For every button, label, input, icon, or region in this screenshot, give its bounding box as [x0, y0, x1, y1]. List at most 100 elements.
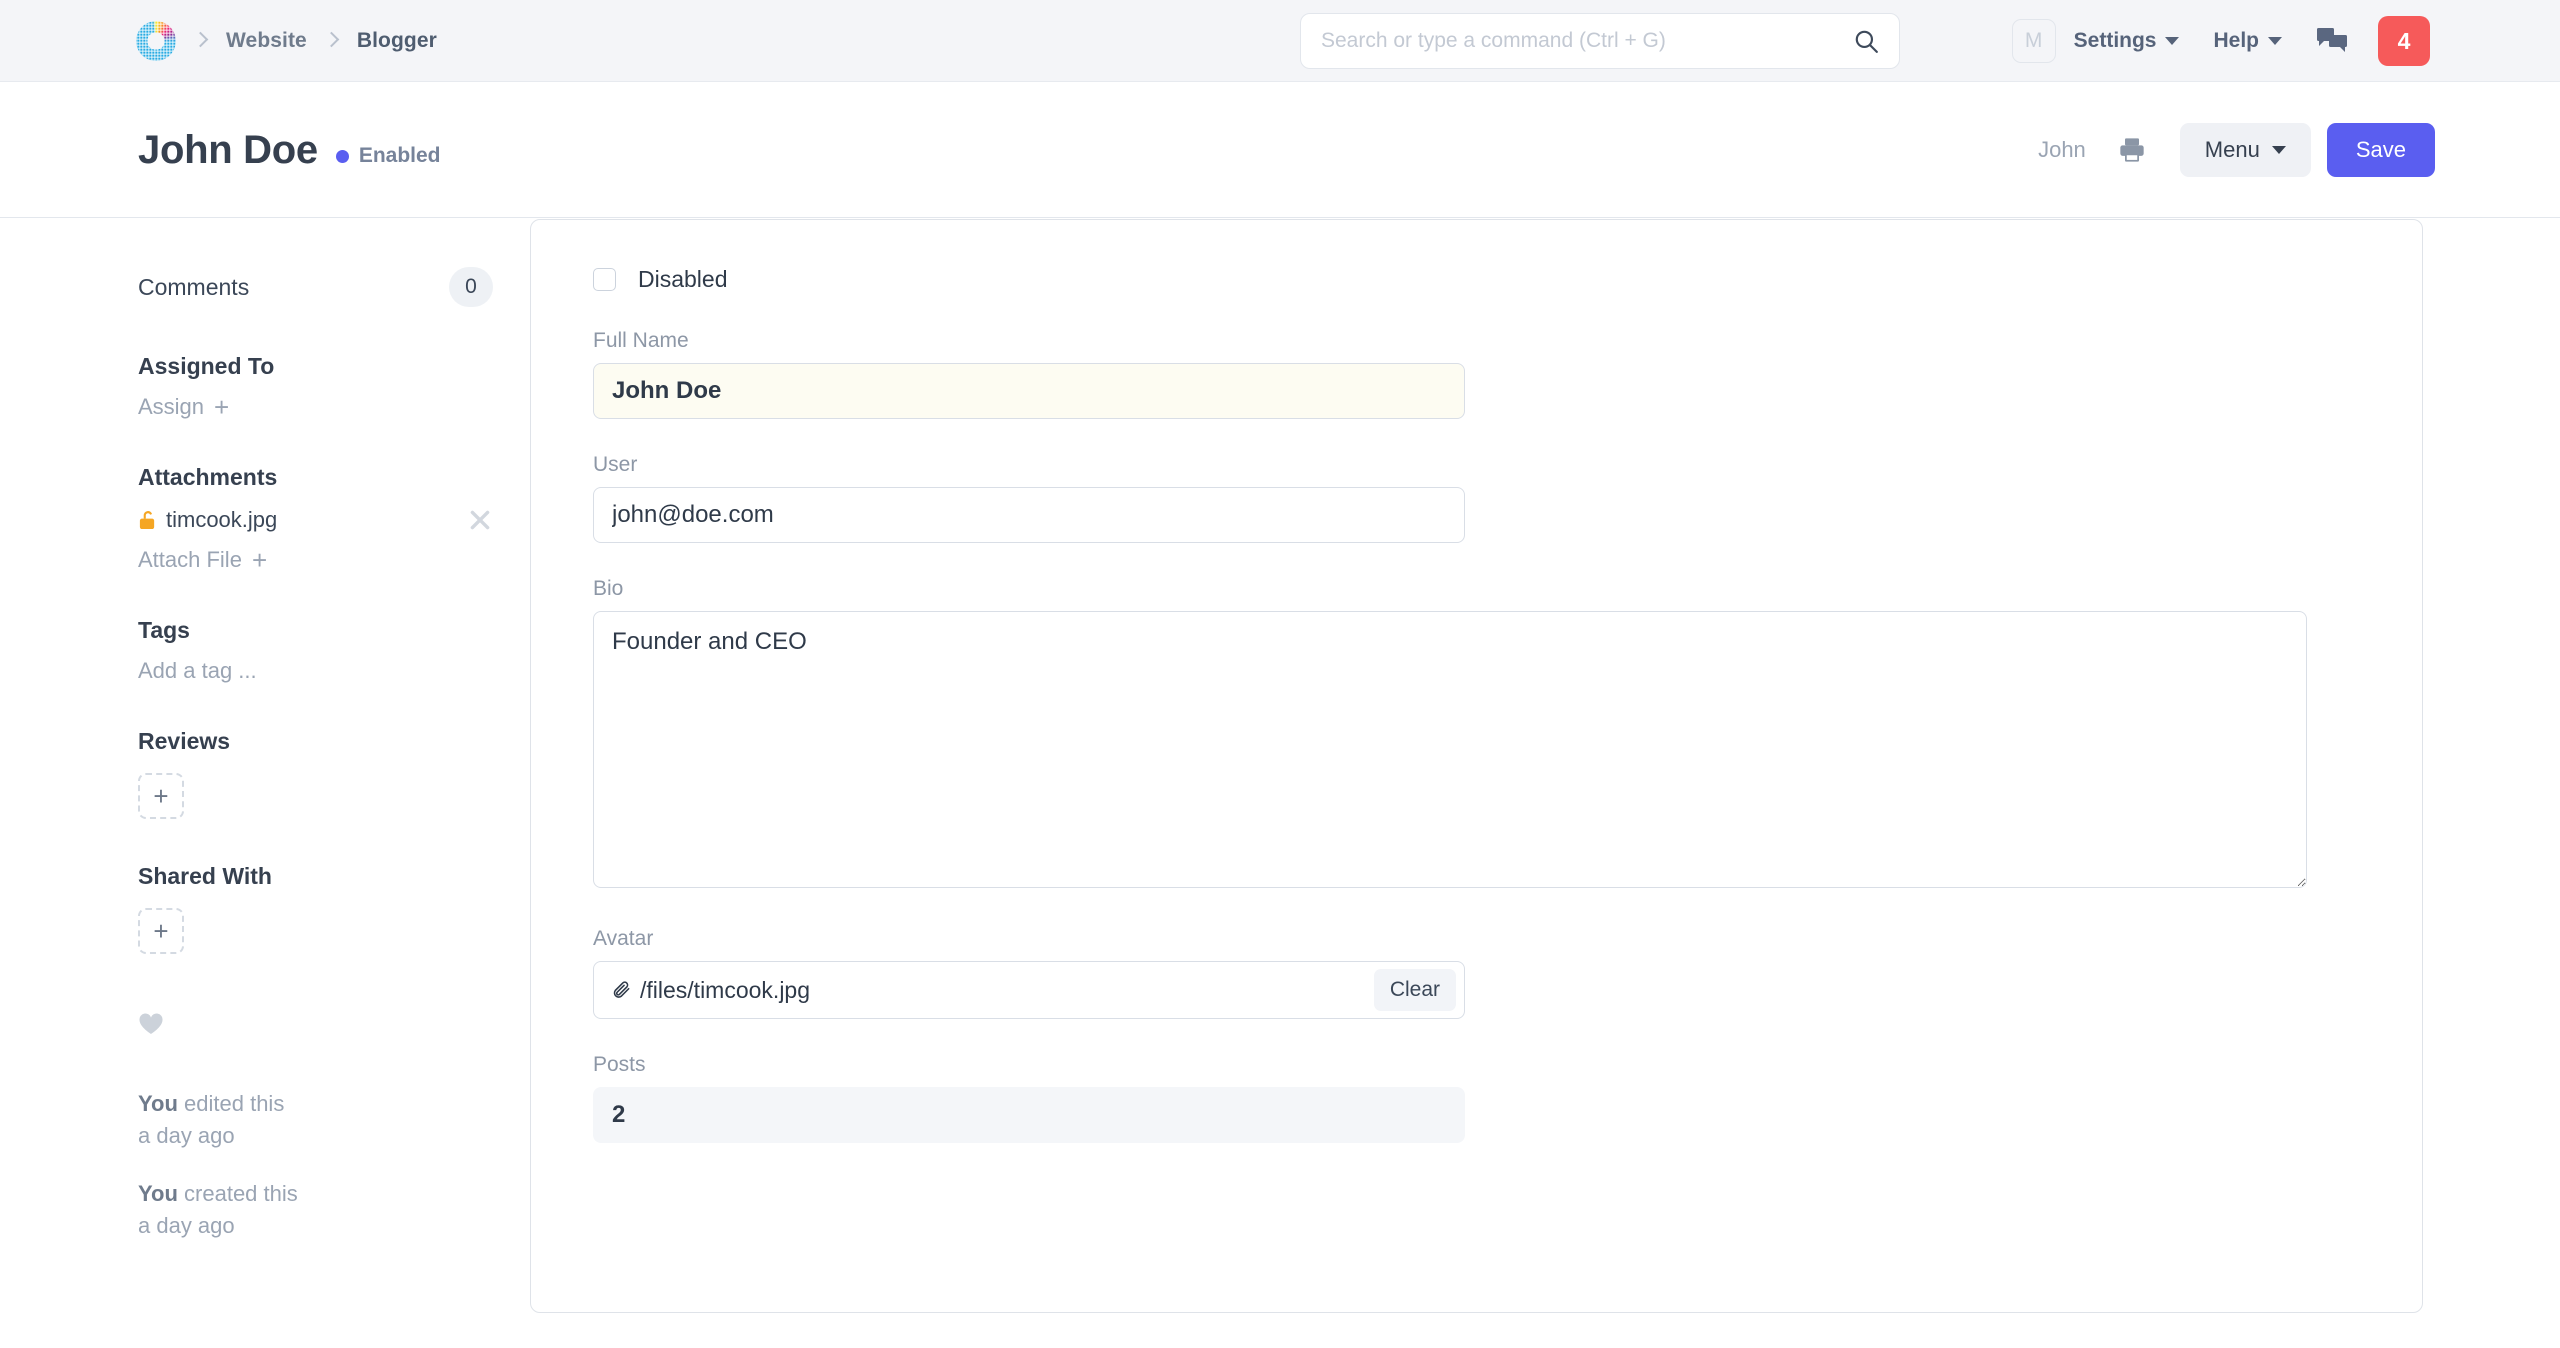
chevron-right-icon	[321, 30, 343, 52]
activity-log: You edited this a day ago You created th…	[138, 1088, 530, 1242]
sidebar-section-tags: Tags Add a tag ...	[138, 617, 530, 684]
frappe-logo-icon[interactable]	[136, 20, 176, 61]
search-input[interactable]	[1321, 29, 1853, 53]
bio-label: Bio	[593, 577, 624, 600]
field-avatar: Avatar /files/timcook.jpg Clear	[593, 927, 2422, 1019]
avatar-path: /files/timcook.jpg	[640, 976, 811, 1003]
reviews-label: Reviews	[138, 728, 231, 754]
activity-time: a day ago	[138, 1212, 235, 1238]
field-posts: Posts	[593, 1053, 2422, 1143]
avatar-value[interactable]: /files/timcook.jpg	[612, 977, 1374, 1004]
attachment-filename: timcook.jpg	[166, 507, 278, 532]
chat-bubbles-icon[interactable]	[2316, 27, 2348, 55]
comments-label: Comments	[138, 273, 250, 300]
save-button[interactable]: Save	[2326, 123, 2435, 177]
help-menu[interactable]: Help	[2213, 29, 2282, 53]
content-area: Comments 0 Assigned To Assign + Attachme…	[0, 219, 2560, 1348]
plus-icon: +	[214, 392, 230, 422]
help-label: Help	[2213, 29, 2259, 52]
navbar-actions: M Settings Help 4	[2011, 0, 2430, 82]
titlebar-actions: John Menu Save	[2038, 123, 2435, 177]
assign-button[interactable]: Assign +	[138, 394, 229, 420]
title-group: John Doe Enabled	[0, 128, 441, 173]
breadcrumb-blogger[interactable]: Blogger	[357, 29, 437, 53]
unlocked-padlock-icon	[139, 510, 155, 529]
chevron-down-icon	[2271, 146, 2286, 154]
user-input[interactable]	[593, 487, 1465, 543]
full-name-input[interactable]	[593, 363, 1465, 419]
settings-label: Settings	[2073, 29, 2157, 52]
notification-badge[interactable]: 4	[2378, 16, 2430, 66]
menu-button-label: Menu	[2204, 137, 2260, 162]
user-label: User	[593, 453, 638, 476]
posts-input[interactable]	[593, 1087, 1465, 1143]
attachment-item: timcook.jpg	[138, 507, 493, 533]
chevron-right-icon	[190, 30, 212, 52]
add-share-button[interactable]: +	[138, 908, 184, 954]
attachment-link[interactable]: timcook.jpg	[138, 507, 277, 533]
disabled-checkbox-row[interactable]: Disabled	[593, 266, 2422, 293]
search-icon[interactable]	[1853, 28, 1879, 54]
printer-icon[interactable]	[2118, 136, 2146, 164]
posts-label: Posts	[593, 1053, 646, 1076]
field-bio: Bio Founder and CEO	[593, 577, 2422, 893]
disabled-checkbox[interactable]	[593, 268, 616, 291]
plus-icon: +	[251, 545, 268, 575]
status-label: Enabled	[358, 144, 441, 167]
field-user: User	[593, 453, 2422, 543]
activity-actor: You	[138, 1180, 178, 1206]
add-tag-input[interactable]: Add a tag ...	[138, 658, 257, 684]
activity-time: a day ago	[138, 1122, 235, 1148]
sidebar-section-reviews: Reviews +	[138, 728, 530, 819]
status-badge: Enabled	[335, 144, 441, 168]
sidebar-section-assigned-to: Assigned To Assign +	[138, 353, 530, 420]
document-titlebar: John Doe Enabled John Menu Save	[0, 83, 2560, 218]
owner-label: John	[2038, 137, 2086, 162]
avatar[interactable]: M	[2011, 19, 2056, 63]
heart-icon[interactable]	[138, 1012, 164, 1036]
avatar-attach-control[interactable]: /files/timcook.jpg Clear	[593, 961, 1465, 1019]
app-page: Website Blogger M Settings Help	[0, 0, 2560, 1348]
menu-button[interactable]: Menu	[2179, 123, 2311, 177]
assign-label: Assign	[138, 394, 205, 419]
avatar-clear-button[interactable]: Clear	[1373, 969, 1456, 1011]
sidebar-section-attachments: Attachments timcook.jpg Attach File +	[138, 464, 530, 573]
breadcrumb-website[interactable]: Website	[226, 29, 307, 53]
bio-textarea[interactable]: Founder and CEO	[593, 611, 2307, 888]
activity-actor: You	[138, 1091, 178, 1116]
full-name-label: Full Name	[593, 329, 689, 352]
add-review-button[interactable]: +	[138, 773, 184, 819]
attach-file-button[interactable]: Attach File +	[138, 547, 267, 573]
attach-file-label: Attach File	[138, 547, 242, 572]
global-search[interactable]	[1300, 13, 1900, 69]
sidebar-item-comments[interactable]: Comments 0	[138, 267, 493, 307]
field-full-name: Full Name	[593, 329, 2422, 419]
form-card: Disabled Full Name User Bio Founder and …	[530, 219, 2423, 1313]
comments-count-badge: 0	[449, 267, 493, 307]
activity-entry: You created this a day ago	[138, 1178, 530, 1242]
paperclip-icon	[613, 981, 630, 998]
document-sidebar: Comments 0 Assigned To Assign + Attachme…	[0, 219, 530, 1348]
close-icon[interactable]	[467, 507, 493, 533]
chevron-down-icon	[2268, 37, 2282, 45]
sidebar-section-shared-with: Shared With +	[138, 863, 530, 954]
assigned-to-label: Assigned To	[138, 353, 275, 379]
activity-entry: You edited this a day ago	[138, 1088, 530, 1152]
add-tag-placeholder: Add a tag ...	[138, 658, 257, 683]
avatar-label: Avatar	[593, 927, 654, 950]
chevron-down-icon	[2165, 37, 2180, 45]
top-navbar: Website Blogger M Settings Help	[0, 0, 2560, 82]
settings-menu[interactable]: Settings	[2074, 29, 2180, 53]
disabled-label: Disabled	[638, 266, 728, 292]
tags-label: Tags	[138, 617, 190, 643]
shared-with-label: Shared With	[138, 863, 272, 889]
breadcrumb: Website Blogger	[0, 20, 437, 61]
attachments-label: Attachments	[138, 464, 278, 490]
status-dot-icon	[335, 149, 349, 163]
activity-action: edited this	[177, 1091, 285, 1116]
activity-action: created this	[177, 1180, 298, 1206]
